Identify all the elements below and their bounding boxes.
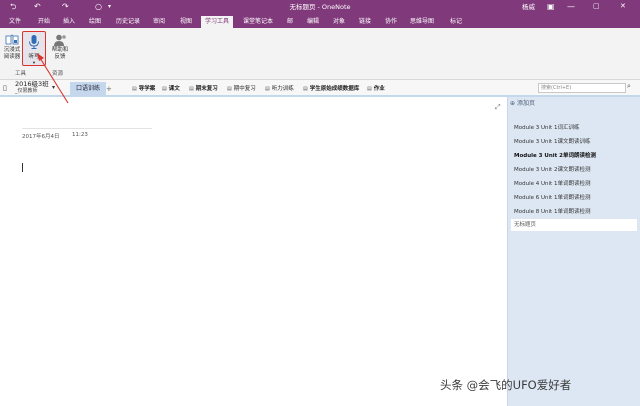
page-list-item[interactable]: Module 3 Unit 2单词朗读检测 — [514, 152, 596, 160]
page-date: 2017年6月4日 — [22, 134, 60, 140]
notebook-icon: ▯ — [3, 84, 7, 92]
section-group-4[interactable]: ▤ 期中复习 — [227, 84, 256, 94]
page-list-item[interactable]: Module 6 Unit 1单词朗读检测 — [514, 194, 590, 202]
tab-draw[interactable]: 绘图 — [89, 16, 101, 28]
section-group-icon: ▤ — [189, 86, 194, 92]
immersive-reader-label-1: 沉浸式 — [3, 47, 21, 53]
section-group-icon: ▤ — [367, 86, 372, 92]
user-name[interactable]: 杨威 — [522, 2, 535, 12]
immersive-reader-icon — [5, 34, 19, 45]
tab-insert[interactable]: 插入 — [63, 16, 75, 28]
dictate-button[interactable]: 听写 ▾ — [22, 31, 46, 66]
page-list-item[interactable]: Module 3 Unit 1课文朗读训练 — [514, 138, 590, 146]
notebook-dropdown-icon[interactable]: ▾ — [52, 84, 55, 91]
ribbon-tabs: 文件 开始 插入 绘图 历史记录 审阅 视图 学习工具 课堂笔记本 邮 编辑 对… — [0, 14, 640, 28]
section-group-icon: ▤ — [227, 86, 232, 92]
microphone-icon — [29, 35, 39, 49]
page-list-item-selected[interactable]: 无标题页 — [511, 219, 637, 231]
page-list-item[interactable]: Module 3 Unit 2课文朗读检测 — [514, 166, 590, 174]
section-group-label: 学生原始成绩数据库 — [309, 86, 360, 92]
tab-file[interactable]: 文件 — [9, 16, 21, 28]
section-group-3[interactable]: ▤ 期末复习 — [189, 84, 218, 94]
help-feedback-label-1: 帮助和 — [51, 47, 69, 53]
close-button[interactable]: ✕ — [620, 1, 626, 12]
tab-link[interactable]: 链接 — [359, 16, 371, 28]
ribbon-options-icon[interactable]: ▣ — [547, 1, 555, 12]
page-title-field[interactable] — [22, 128, 152, 129]
add-section-button[interactable]: + — [106, 84, 112, 94]
section-group-7[interactable]: ▤ 作业 — [367, 84, 385, 94]
title-bar: ⮌ ↶ ↷ ○ ▾ 无标题页 - OneNote 杨威 ▣ — ▢ ✕ — [0, 0, 640, 14]
tab-review[interactable]: 审阅 — [153, 16, 165, 28]
watermark: 头条 @会飞的UFO爱好者 — [440, 378, 572, 392]
dictate-label: 听写 — [28, 54, 40, 60]
group-label-resources: 资源 — [52, 71, 64, 77]
section-tab-active[interactable]: 口语训练 — [70, 82, 107, 97]
immersive-reader-label-2: 阅读器 — [3, 54, 21, 60]
section-group-label: 导学案 — [138, 86, 156, 92]
section-group-icon: ▤ — [132, 86, 137, 92]
help-feedback-label-2: 反馈 — [54, 54, 66, 60]
add-page-button[interactable]: ⊕ 添加页 — [510, 100, 535, 108]
minimize-button[interactable]: — — [567, 1, 575, 12]
section-group-5[interactable]: ▤ 听力训练 — [265, 84, 294, 94]
page-list-item[interactable]: Module 4 Unit 1单词朗读检测 — [514, 180, 590, 188]
tab-history[interactable]: 历史记录 — [116, 16, 140, 28]
section-group-icon: ▤ — [162, 86, 167, 92]
page-list-item[interactable]: Module 8 Unit 1单词朗读检测 — [514, 208, 590, 216]
tab-mail[interactable]: 邮 — [287, 16, 293, 28]
section-group-icon: ▤ — [303, 86, 308, 92]
help-feedback-button[interactable]: 帮助和 反馈 — [49, 33, 71, 61]
tab-mind-map[interactable]: 思维导图 — [410, 16, 434, 28]
person-icon — [54, 34, 66, 46]
restore-button[interactable]: ▢ — [593, 1, 600, 12]
tab-tag[interactable]: 标记 — [450, 16, 462, 28]
tab-learning-tools[interactable]: 学习工具 — [201, 16, 234, 28]
group-label-tools: 工具 — [15, 71, 27, 77]
tab-view[interactable]: 视图 — [180, 16, 192, 28]
section-group-label: 期中复习 — [233, 86, 256, 92]
section-group-label: 听力训练 — [271, 86, 294, 92]
section-group-1[interactable]: ▤ 导学案 — [132, 84, 155, 94]
tab-edit[interactable]: 编辑 — [307, 16, 319, 28]
section-group-6[interactable]: ▤ 学生原始成绩数据库 — [303, 84, 359, 94]
window-title: 无标题页 - OneNote — [289, 3, 351, 11]
immersive-reader-button[interactable]: 沉浸式 阅读器 — [1, 33, 23, 61]
tab-collaborate[interactable]: 协作 — [385, 16, 397, 28]
tab-object[interactable]: 对象 — [333, 16, 345, 28]
tab-class-notebook[interactable]: 课堂笔记本 — [243, 16, 273, 28]
expand-icon[interactable]: ⤢ — [495, 103, 501, 112]
text-cursor — [22, 163, 23, 172]
add-page-label: 添加页 — [516, 100, 535, 107]
section-group-icon: ▤ — [265, 86, 270, 92]
page-list-item[interactable]: Module 3 Unit 1词汇训练 — [514, 124, 579, 132]
section-group-label: 期末复习 — [195, 86, 218, 92]
chevron-down-icon: ▾ — [32, 61, 36, 66]
plus-circle-icon: ⊕ — [510, 100, 516, 107]
search-input[interactable]: 搜索(Ctrl+E) — [538, 83, 626, 93]
section-group-2[interactable]: ▤ 课文 — [162, 84, 180, 94]
notebook-name[interactable]: 2016级3班 — [15, 81, 49, 88]
tab-home[interactable]: 开始 — [38, 16, 50, 28]
section-group-label: 作业 — [373, 86, 385, 92]
section-group-label: 课文 — [168, 86, 180, 92]
page-time: 11:23 — [72, 132, 88, 138]
search-icon[interactable]: ⌕ — [627, 82, 631, 91]
ribbon — [0, 28, 640, 80]
notebook-subsection[interactable]: _仅限教师 — [15, 88, 38, 94]
